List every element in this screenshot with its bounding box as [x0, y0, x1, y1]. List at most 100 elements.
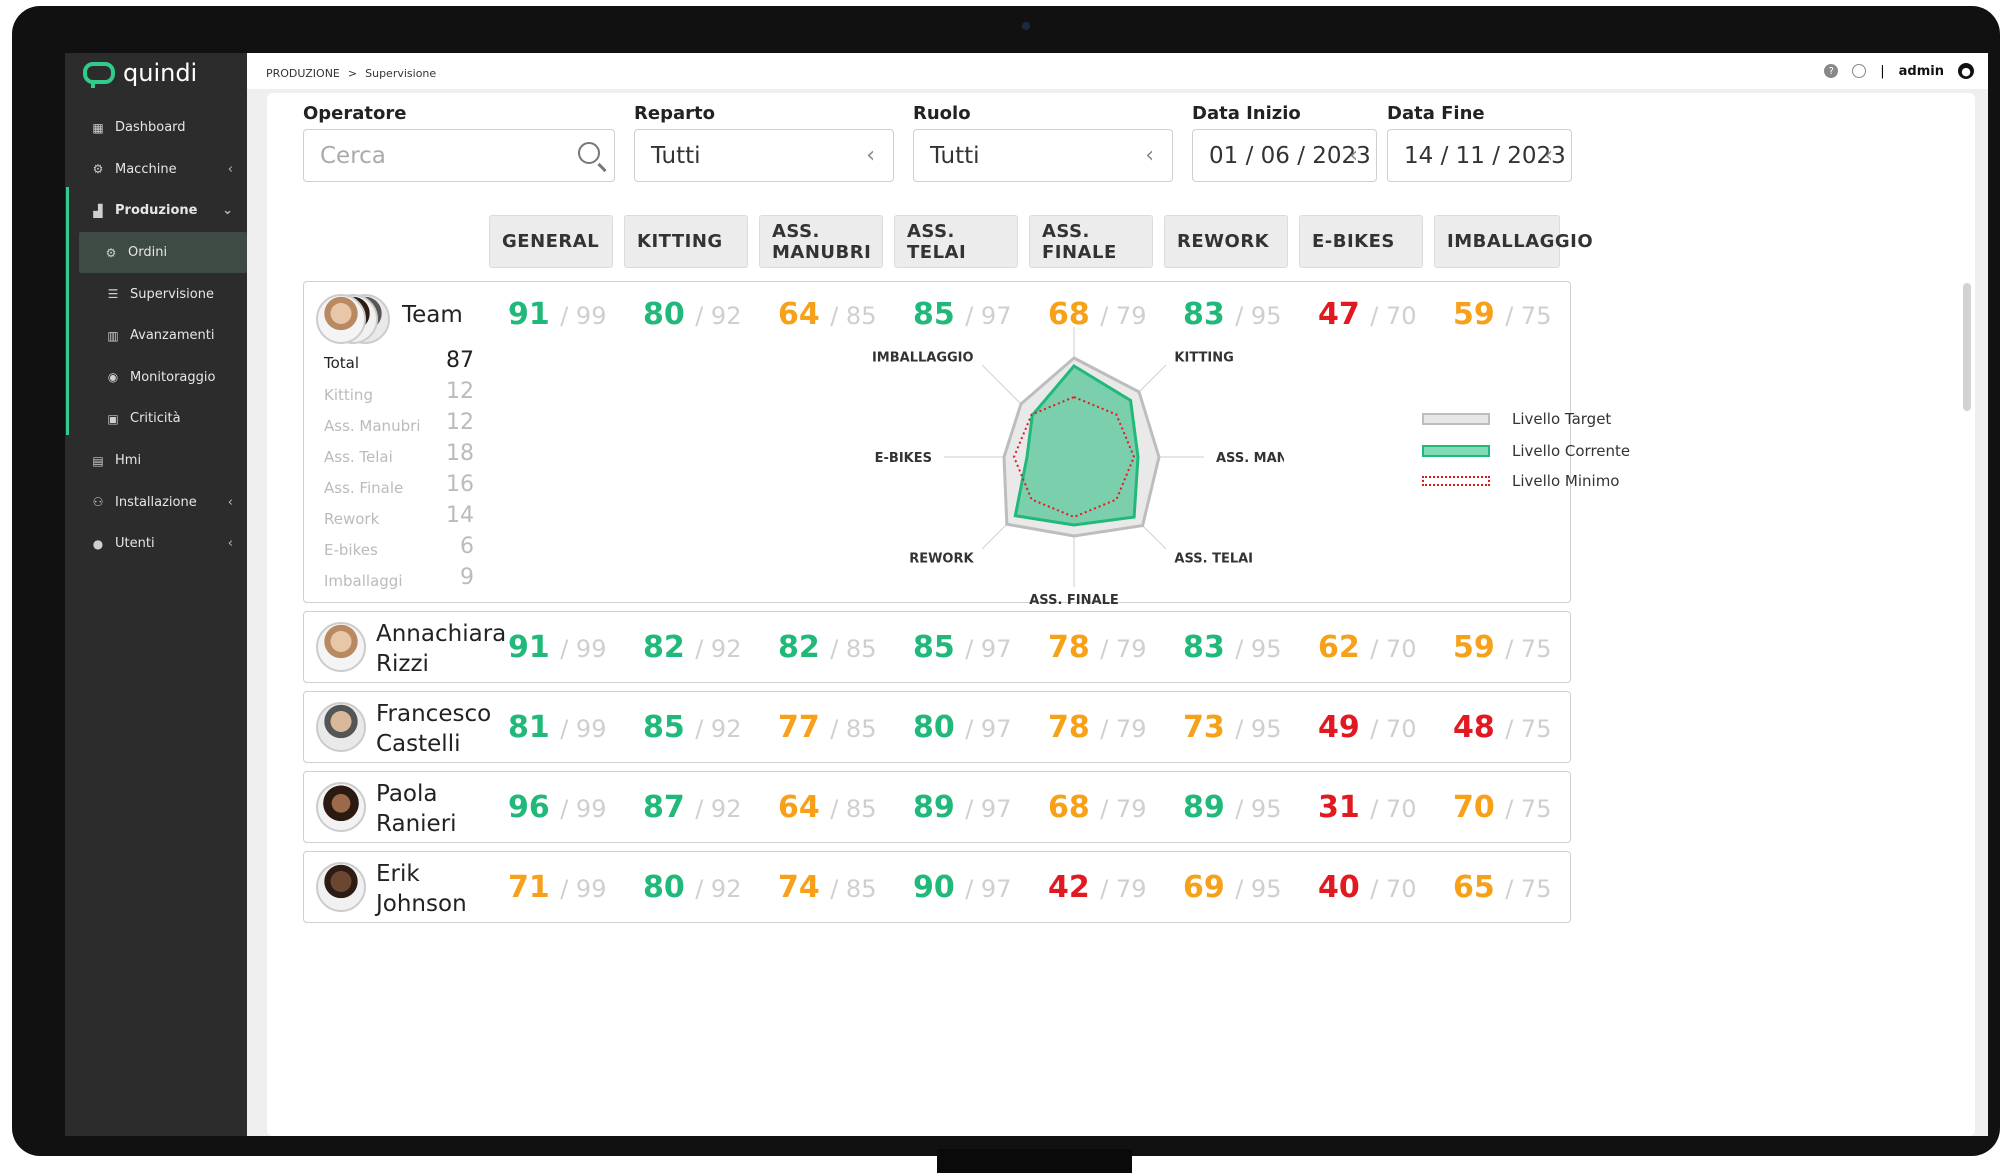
scrollbar-thumb[interactable] [1963, 283, 1971, 411]
sidebar-item-criticita[interactable]: ▣ Criticità [65, 398, 247, 440]
score-target: / 99 [560, 302, 607, 330]
legend-item-current: Livello Corrente [1422, 442, 1630, 460]
data-inizio-label: Data Inizio [1192, 103, 1301, 124]
operator-score-kitting: 82 / 92 [643, 630, 741, 665]
operator-row[interactable]: Erik Johnson 71 / 99 80 / 92 74 / 85 90 / 97 4… [303, 851, 1571, 923]
operator-score-e-bikes: 40 / 70 [1318, 870, 1416, 905]
logo-mark-icon [83, 62, 115, 88]
total-value: 16 [446, 472, 474, 497]
ruolo-value: Tutti [930, 142, 980, 169]
total-value: 6 [460, 534, 474, 559]
col-header-ass-finale[interactable]: ASS. FINALE [1029, 215, 1153, 268]
operator-row[interactable]: Annachiara Rizzi 91 / 99 82 / 92 82 / 85 85 /… [303, 611, 1571, 683]
total-label: Ass. Manubri [324, 417, 421, 435]
operatore-search-field[interactable]: Cerca [303, 129, 615, 182]
score-value: 85 [643, 710, 685, 745]
score-value: 82 [643, 630, 685, 665]
col-header-kitting[interactable]: KITTING [624, 215, 748, 268]
total-value: 87 [446, 348, 474, 373]
operator-score-general: 96 / 99 [508, 790, 606, 825]
score-value: 71 [508, 870, 550, 905]
sidebar-nav: ▦ Dashboard ⚙ Macchine ‹ ▟ Produzione ⌄ … [65, 107, 247, 565]
score-target: / 70 [1370, 635, 1417, 663]
sidebar-item-monitoraggio[interactable]: ◉ Monitoraggio [65, 357, 247, 399]
score-target: / 95 [1235, 795, 1282, 823]
chevron-left-icon: ‹ [1544, 143, 1553, 168]
score-value: 77 [778, 710, 820, 745]
breadcrumb-separator: > [347, 67, 358, 80]
score-target: / 92 [695, 875, 742, 903]
breadcrumb-parent[interactable]: PRODUZIONE [266, 67, 340, 80]
operator-score-e-bikes: 62 / 70 [1318, 630, 1416, 665]
user-circle-icon[interactable]: ● [1958, 63, 1974, 79]
operator-last-name: Castelli [376, 731, 461, 757]
sidebar-item-installazione[interactable]: ⚇ Installazione ‹ [65, 481, 247, 523]
sidebar-item-dashboard[interactable]: ▦ Dashboard [65, 107, 247, 149]
score-target: / 75 [1505, 715, 1552, 743]
col-header-ass-manubri[interactable]: ASS. MANUBRI [759, 215, 883, 268]
score-value: 96 [508, 790, 550, 825]
col-header-general[interactable]: GENERAL [489, 215, 613, 268]
data-fine-value: 14 / 11 / 2023 [1404, 142, 1566, 169]
help-icon[interactable]: ? [1824, 64, 1839, 78]
sidebar-item-supervisione[interactable]: ☰ Supervisione [65, 273, 247, 315]
radar-axis-label: KITTING [1174, 351, 1233, 366]
sidebar-item-ordini[interactable]: ⚙ Ordini [79, 231, 247, 274]
sidebar-item-hmi[interactable]: ▤ Hmi [65, 440, 247, 482]
total-value: 9 [460, 565, 474, 590]
team-score-imballaggio: 59 / 75 [1453, 297, 1551, 332]
operator-row[interactable]: Francesco Castelli 81 / 99 85 / 92 77 / 85 80… [303, 691, 1571, 763]
col-header-ass-telai[interactable]: ASS. TELAI [894, 215, 1018, 268]
team-score-general: 91 / 99 [508, 297, 606, 332]
user-name[interactable]: admin [1899, 64, 1944, 79]
score-target: / 79 [1100, 875, 1147, 903]
reparto-select[interactable]: Tutti ‹ [634, 129, 894, 182]
search-icon[interactable] [578, 142, 600, 164]
list-icon: ☰ [107, 287, 119, 302]
score-target: / 97 [965, 635, 1012, 663]
avatar [316, 862, 366, 912]
score-target: / 79 [1100, 635, 1147, 663]
col-header-e-bikes[interactable]: E-BIKES [1299, 215, 1423, 268]
score-target: / 99 [560, 795, 607, 823]
sidebar-item-utenti[interactable]: ● Utenti ‹ [65, 523, 247, 565]
data-inizio-field[interactable]: 01 / 06 / 2023 ‹ [1192, 129, 1377, 182]
legend-swatch-target [1422, 413, 1490, 425]
team-score-e-bikes: 47 / 70 [1318, 297, 1416, 332]
col-header-imballaggio[interactable]: IMBALLAGGIO [1434, 215, 1593, 268]
legend-label: Livello Target [1512, 410, 1612, 428]
operator-score-imballaggio: 59 / 75 [1453, 630, 1551, 665]
total-value: 12 [446, 410, 474, 435]
monitor-icon: ◉ [107, 370, 119, 385]
sidebar-item-label: Criticità [130, 411, 181, 427]
app-logo[interactable]: quindi [83, 59, 198, 88]
radar-axis-label: GENERAL [1040, 322, 1108, 324]
operator-first-name: Francesco [376, 701, 492, 727]
score-target: / 70 [1370, 302, 1417, 330]
score-target: / 92 [695, 635, 742, 663]
ruolo-select[interactable]: Tutti ‹ [913, 129, 1173, 182]
score-value: 80 [913, 710, 955, 745]
globe-icon[interactable] [1852, 64, 1867, 78]
score-value: 89 [1183, 790, 1225, 825]
score-value: 69 [1183, 870, 1225, 905]
score-target: / 85 [830, 715, 877, 743]
sidebar-item-produzione[interactable]: ▟ Produzione ⌄ [65, 190, 247, 232]
score-target: / 99 [560, 715, 607, 743]
sidebar-item-label: Monitoraggio [130, 369, 216, 385]
logo-text: quindi [123, 59, 198, 87]
operatore-label: Operatore [303, 103, 407, 124]
total-label: Ass. Telai [324, 448, 393, 466]
data-fine-field[interactable]: 14 / 11 / 2023 ‹ [1387, 129, 1572, 182]
device-stand [937, 1149, 1132, 1173]
col-header-rework[interactable]: REWORK [1164, 215, 1288, 268]
operator-row[interactable]: Paola Ranieri 96 / 99 87 / 92 64 / 85 89 / 97… [303, 771, 1571, 843]
operator-score-kitting: 80 / 92 [643, 870, 741, 905]
chart-icon: ▟ [93, 203, 103, 218]
team-card[interactable]: Team 91 / 99 80 / 92 64 / 85 85 / 97 68 … [303, 281, 1630, 608]
sidebar-item-macchine[interactable]: ⚙ Macchine ‹ [65, 149, 247, 191]
score-value: 81 [508, 710, 550, 745]
operator-score-general: 81 / 99 [508, 710, 606, 745]
sidebar-item-avanzamenti[interactable]: ▥ Avanzamenti [65, 315, 247, 357]
score-target: / 92 [695, 795, 742, 823]
